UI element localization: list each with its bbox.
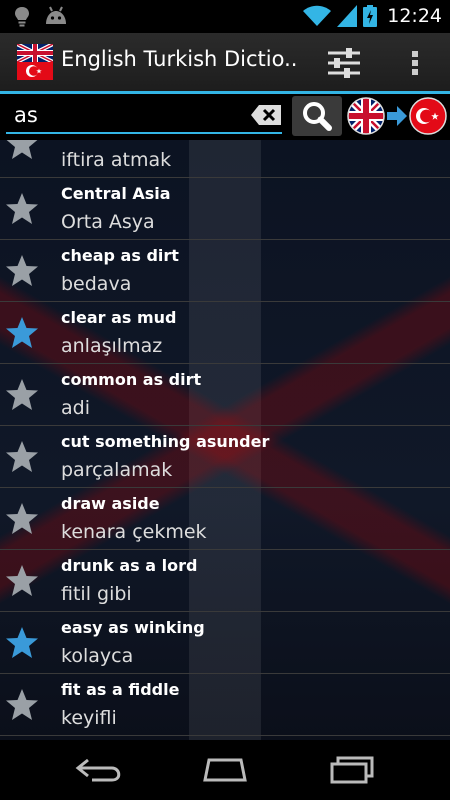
back-icon[interactable] xyxy=(72,754,128,786)
translation-text: keyifli xyxy=(61,707,117,729)
android-notification-icon xyxy=(46,6,66,24)
home-icon[interactable] xyxy=(197,754,253,786)
star-icon[interactable] xyxy=(4,377,40,413)
star-icon[interactable] xyxy=(4,191,40,227)
lightbulb-notification-icon xyxy=(15,7,29,27)
translation-text: bedava xyxy=(61,273,132,295)
list-item[interactable]: fit as a fiddle keyifli xyxy=(0,674,450,736)
battery-icon xyxy=(363,5,378,27)
translation-text: kenara çekmek xyxy=(61,521,207,543)
action-bar: English Turkish Dictio... xyxy=(0,33,450,94)
translation-text: parçalamak xyxy=(61,459,173,481)
star-icon[interactable] xyxy=(4,563,40,599)
list-item[interactable]: easy as winking kolayca xyxy=(0,612,450,674)
star-icon[interactable] xyxy=(4,253,40,289)
search-row xyxy=(0,94,450,140)
english-term: fit as a fiddle xyxy=(61,680,180,699)
results-list[interactable]: iftira atmak Central Asia Orta Asya chea… xyxy=(0,140,450,740)
list-item[interactable]: iftira atmak xyxy=(0,140,450,178)
status-clock: 12:24 xyxy=(387,5,442,27)
english-term: cheap as dirt xyxy=(61,246,179,265)
search-input[interactable] xyxy=(6,98,282,134)
star-filled-icon[interactable] xyxy=(4,625,40,661)
translation-text: kolayca xyxy=(61,645,134,667)
english-term: common as dirt xyxy=(61,370,202,389)
star-icon[interactable] xyxy=(4,501,40,537)
english-term: draw aside xyxy=(61,494,160,513)
settings-sliders-icon[interactable] xyxy=(322,43,366,83)
app-flag-icon[interactable] xyxy=(17,44,53,80)
arrow-right-icon xyxy=(387,106,407,126)
overflow-menu-icon[interactable] xyxy=(400,43,430,83)
list-item[interactable]: clear as mud anlaşılmaz xyxy=(0,302,450,364)
search-icon xyxy=(303,102,332,131)
wifi-icon xyxy=(303,5,332,26)
language-swap-button[interactable] xyxy=(347,97,447,135)
list-item[interactable]: drunk as a lord fitil gibi xyxy=(0,550,450,612)
signal-icon xyxy=(337,5,358,27)
star-icon[interactable] xyxy=(4,687,40,723)
star-icon[interactable] xyxy=(4,140,40,162)
list-item[interactable]: draw aside kenara çekmek xyxy=(0,488,450,550)
translation-text: anlaşılmaz xyxy=(61,335,163,357)
recent-apps-icon[interactable] xyxy=(324,754,380,786)
english-term: cut something asunder xyxy=(61,432,270,451)
star-icon[interactable] xyxy=(4,439,40,475)
uk-flag-icon xyxy=(348,98,384,134)
english-term: Central Asia xyxy=(61,184,171,203)
english-term: clear as mud xyxy=(61,308,177,327)
list-item[interactable]: cut something asunder parçalamak xyxy=(0,426,450,488)
navigation-bar xyxy=(0,740,450,800)
translation-text: iftira atmak xyxy=(61,149,172,171)
list-item[interactable]: common as dirt adi xyxy=(0,364,450,426)
english-term: easy as winking xyxy=(61,618,205,637)
search-button[interactable] xyxy=(292,96,342,136)
status-bar: 12:24 xyxy=(0,0,450,33)
translation-text: adi xyxy=(61,397,90,419)
star-filled-icon[interactable] xyxy=(4,315,40,351)
app-title: English Turkish Dictio... xyxy=(61,47,296,71)
list-item[interactable]: cheap as dirt bedava xyxy=(0,240,450,302)
clear-text-icon[interactable] xyxy=(250,104,282,126)
translation-text: fitil gibi xyxy=(61,583,132,605)
list-item[interactable]: Central Asia Orta Asya xyxy=(0,178,450,240)
translation-text: Orta Asya xyxy=(61,211,155,233)
english-term: drunk as a lord xyxy=(61,556,198,575)
